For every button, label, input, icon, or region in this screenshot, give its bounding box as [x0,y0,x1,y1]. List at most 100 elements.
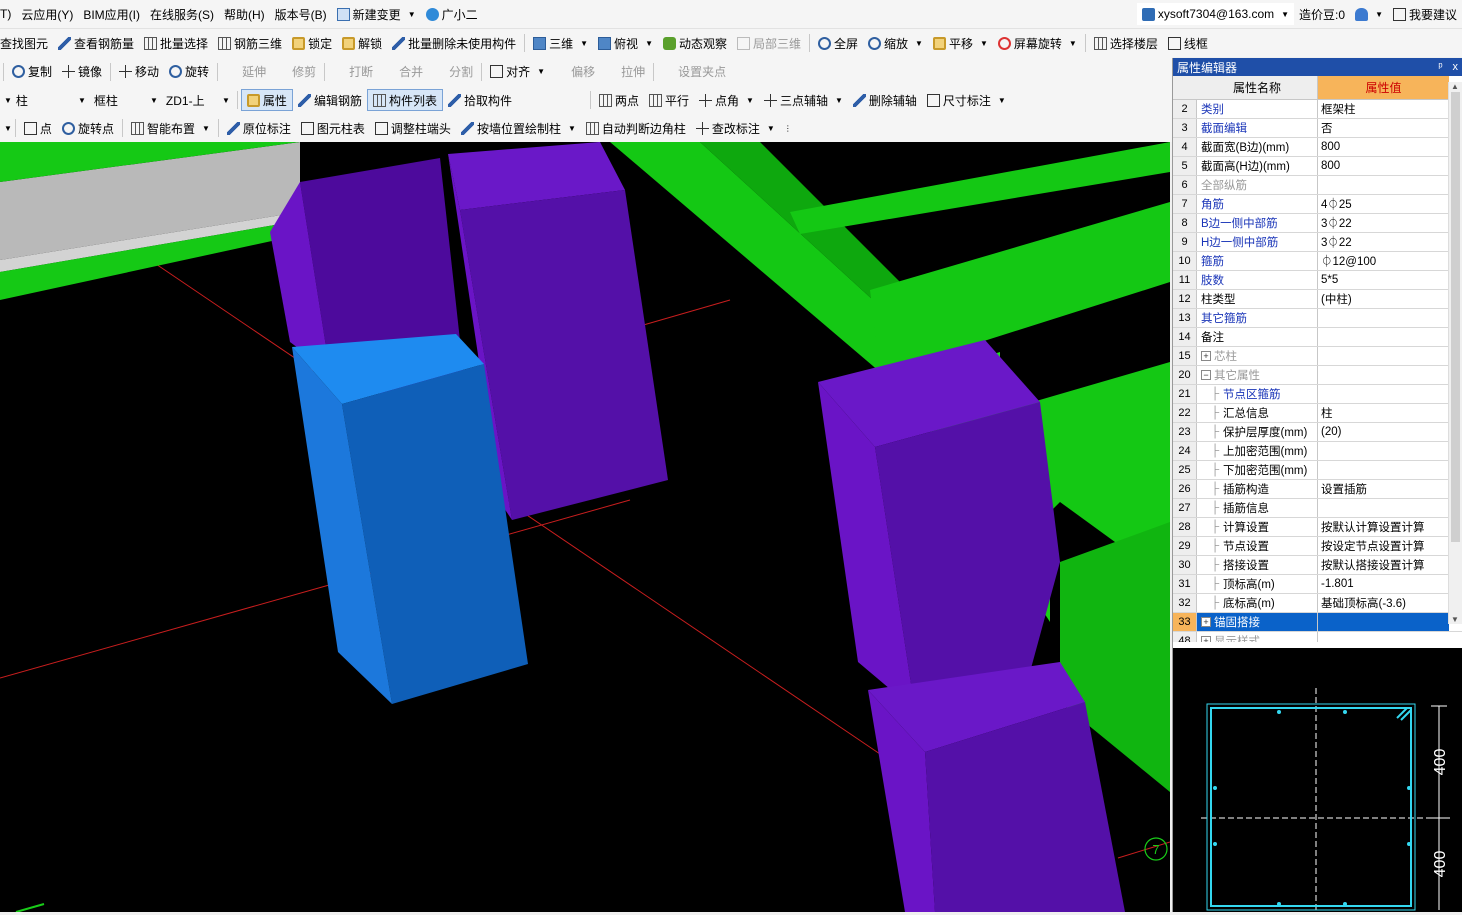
move-button[interactable]: 移动 [114,61,164,83]
property-row[interactable]: 11 肢数 5*5 [1173,271,1462,290]
property-value[interactable] [1318,347,1449,365]
three-point-aux-dropdown[interactable]: 三点辅轴 ▼ [759,89,848,111]
rotate-button[interactable]: 旋转 [164,61,214,83]
dimension-dropdown[interactable]: 尺寸标注 ▼ [922,89,1011,111]
property-row[interactable]: 15 + 芯柱 [1173,347,1462,366]
three-d-dropdown[interactable]: 三维 ▼ [528,32,593,54]
property-value[interactable] [1318,499,1449,517]
property-row[interactable]: 30 ├ 搭接设置 按默认搭接设置计算 [1173,556,1462,575]
offset-button[interactable]: 偏移 [550,61,600,83]
property-value[interactable]: 800 [1318,157,1449,175]
property-row[interactable]: 3 截面编辑 否 [1173,119,1462,138]
property-row[interactable]: 24 ├ 上加密范围(mm) [1173,442,1462,461]
property-row[interactable]: 12 柱类型 (中柱) [1173,290,1462,309]
adjust-end-button[interactable]: 调整柱端头 [370,117,456,139]
expand-icon[interactable]: + [1201,617,1211,627]
lock-button[interactable]: 锁定 [287,32,337,54]
properties-button[interactable]: 属性 [240,89,293,111]
pick-component-button[interactable]: 拾取构件 [443,89,517,111]
subtype-select[interactable]: 框柱 ▼ [90,90,162,110]
menu-online[interactable]: 在线服务(S) [145,3,219,25]
new-change-button[interactable]: 新建变更 ▼ [332,3,421,25]
property-value[interactable]: 800 [1318,138,1449,156]
delete-aux-button[interactable]: 删除辅轴 [848,89,922,111]
property-value[interactable]: -1.801 [1318,575,1449,593]
property-row[interactable]: 48 + 显示样式 [1173,632,1462,642]
stretch-button[interactable]: 拉伸 [600,61,650,83]
unlock-button[interactable]: 解锁 [337,32,387,54]
align-dropdown[interactable]: 对齐 ▼ [485,61,550,83]
property-row[interactable]: 10 箍筋 ⏀12@100 [1173,252,1462,271]
assistant-button[interactable]: 广小二 [421,3,483,25]
property-row[interactable]: 14 备注 [1173,328,1462,347]
dynamic-view-button[interactable]: 动态观察 [658,32,732,54]
menu-version[interactable]: 版本号(B) [270,3,332,25]
fullscreen-button[interactable]: 全屏 [813,32,863,54]
property-value[interactable]: 设置插筋 [1318,480,1449,498]
local-3d-button[interactable]: 局部三维 [732,32,806,54]
property-row[interactable]: 33 + 锚固搭接 [1173,613,1462,632]
property-value[interactable] [1318,309,1449,327]
property-row[interactable]: 31 ├ 顶标高(m) -1.801 [1173,575,1462,594]
property-row[interactable]: 23 ├ 保护层厚度(mm) (20) [1173,423,1462,442]
property-value[interactable] [1318,328,1449,346]
view-rebar-button[interactable]: 查看钢筋量 [53,32,139,54]
property-value[interactable]: 5*5 [1318,271,1449,289]
rebar-3d-button[interactable]: 钢筋三维 [213,32,287,54]
property-value[interactable]: 3⏀22 [1318,233,1449,251]
find-element-button[interactable]: 查找图元 [0,32,53,54]
trim-button[interactable]: 修剪 [271,61,321,83]
break-button[interactable]: 打断 [328,61,378,83]
expand-icon[interactable]: + [1201,351,1211,361]
batch-delete-button[interactable]: 批量删除未使用构件 [387,32,521,54]
panel-scrollbar[interactable]: ▲ ▼ [1448,82,1462,624]
suggest-button[interactable]: 我要建议 [1388,3,1462,25]
property-row[interactable]: 8 B边一侧中部筋 3⏀22 [1173,214,1462,233]
point-angle-dropdown[interactable]: 点角 ▼ [694,89,759,111]
point-button[interactable]: 点 [19,117,57,139]
expand-icon[interactable]: + [1201,636,1211,642]
mirror-button[interactable]: 镜像 [57,61,107,83]
property-row[interactable]: 7 角筋 4⏀25 [1173,195,1462,214]
scroll-up-icon[interactable]: ▲ [1451,82,1459,91]
scroll-down-icon[interactable]: ▼ [1451,615,1459,624]
wall-draw-dropdown[interactable]: 按墙位置绘制柱 ▼ [456,117,581,139]
property-value[interactable]: 否 [1318,119,1449,137]
check-mark-dropdown[interactable]: 查改标注 ▼ [691,117,780,139]
property-value[interactable]: (20) [1318,423,1449,441]
property-value[interactable] [1318,442,1449,460]
pan-dropdown[interactable]: 平移 ▼ [928,32,993,54]
account-menu[interactable]: xysoft7304@163.com ▼ [1136,3,1295,25]
property-value[interactable] [1318,632,1449,642]
rotate-point-button[interactable]: 旋转点 [57,117,119,139]
notification-button[interactable]: ▼ [1350,3,1388,25]
property-value[interactable]: 框架柱 [1318,100,1449,118]
copy-button[interactable]: 复制 [7,61,57,83]
split-button[interactable]: 分割 [428,61,478,83]
smart-layout-dropdown[interactable]: 智能布置 ▼ [126,117,215,139]
menu-cloud[interactable]: 云应用(Y) [16,3,78,25]
3d-viewport[interactable]: 7 [0,142,1170,912]
property-row[interactable]: 32 ├ 底标高(m) 基础顶标高(-3.6) [1173,594,1462,613]
wireframe-button[interactable]: 线框 [1163,32,1213,54]
property-row[interactable]: 29 ├ 节点设置 按设定节点设置计算 [1173,537,1462,556]
property-value[interactable]: 按默认计算设置计算 [1318,518,1449,536]
property-row[interactable]: 27 ├ 插筋信息 [1173,499,1462,518]
property-value[interactable] [1318,613,1449,631]
property-row[interactable]: 21 ├ 节点区箍筋 [1173,385,1462,404]
property-row[interactable]: 26 ├ 插筋构造 设置插筋 [1173,480,1462,499]
set-grip-button[interactable]: 设置夹点 [657,61,731,83]
property-value[interactable]: 按默认搭接设置计算 [1318,556,1449,574]
component-list-button[interactable]: 构件列表 [366,89,443,111]
property-value[interactable]: 按设定节点设置计算 [1318,537,1449,555]
property-value[interactable]: 3⏀22 [1318,214,1449,232]
property-row[interactable]: 25 ├ 下加密范围(mm) [1173,461,1462,480]
property-row[interactable]: 5 截面高(H边)(mm) 800 [1173,157,1462,176]
collapse-icon[interactable]: − [1201,370,1211,380]
menu-help[interactable]: 帮助(H) [219,3,270,25]
property-value[interactable] [1318,385,1449,403]
property-row[interactable]: 13 其它箍筋 [1173,309,1462,328]
component-select[interactable]: ZD1-上 ▼ [162,90,234,110]
batch-select-button[interactable]: 批量选择 [139,32,213,54]
two-points-button[interactable]: 两点 [594,89,644,111]
